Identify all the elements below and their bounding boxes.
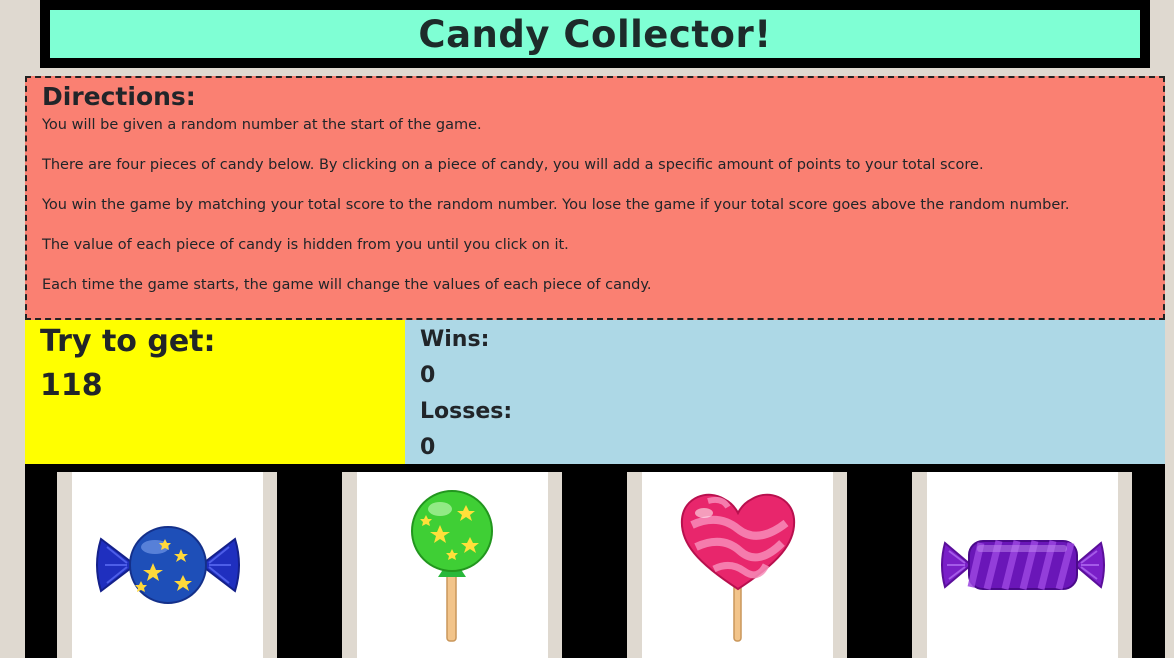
- directions-line: You will be given a random number at the…: [42, 117, 482, 133]
- candy-button-2[interactable]: [357, 472, 548, 658]
- candy-button-4[interactable]: [927, 472, 1118, 658]
- directions-line: You win the game by matching your total …: [42, 197, 1070, 213]
- directions-panel: Directions: You will be given a random n…: [25, 76, 1165, 320]
- target-label: Try to get:: [40, 324, 216, 359]
- page-title: Candy Collector!: [418, 12, 772, 56]
- candy-bar: [25, 464, 1165, 658]
- purple-striped-wrapped-candy-icon: [940, 540, 1105, 590]
- score-panel: Wins: 0 Losses: 0: [405, 320, 1165, 464]
- candy-button-1[interactable]: [72, 472, 263, 658]
- wins-label: Wins:: [420, 327, 490, 352]
- directions-line: The value of each piece of candy is hidd…: [42, 237, 569, 253]
- candy-slot: [57, 472, 277, 658]
- target-panel: Try to get: 118: [25, 320, 405, 464]
- green-star-lollipop-icon: [410, 490, 493, 642]
- wins-count: 0: [420, 363, 436, 388]
- directions-heading: Directions:: [42, 82, 196, 111]
- candy-slot: [912, 472, 1132, 658]
- pink-heart-lollipop-icon: [680, 493, 795, 642]
- target-number: 118: [40, 368, 103, 403]
- candy-button-3[interactable]: [642, 472, 833, 658]
- directions-line: There are four pieces of candy below. By…: [42, 157, 984, 173]
- title-bar: Candy Collector!: [50, 10, 1140, 58]
- blue-star-wrapped-candy-icon: [95, 526, 240, 604]
- candy-slot: [342, 472, 562, 658]
- losses-label: Losses:: [420, 399, 513, 424]
- directions-line: Each time the game starts, the game will…: [42, 277, 652, 293]
- candy-slot: [627, 472, 847, 658]
- title-frame: Candy Collector!: [40, 0, 1150, 68]
- losses-count: 0: [420, 435, 436, 460]
